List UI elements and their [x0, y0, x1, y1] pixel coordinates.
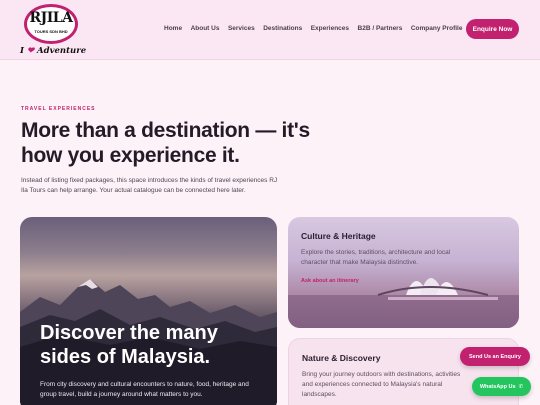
heart-icon: ❤: [26, 46, 35, 56]
send-enquiry-button[interactable]: Send Us an Enquiry: [460, 347, 530, 366]
card-description: Explore the stories, traditions, archite…: [301, 249, 451, 266]
logo-subtitle: TOURS SDN BHD: [34, 29, 68, 34]
feature-card-description: From city discovery and cultural encount…: [40, 381, 249, 398]
mountain-image: [20, 279, 277, 405]
site-header: RJILA TOURS SDN BHD I ❤ Adventure Home A…: [0, 0, 540, 60]
nav-company-profile[interactable]: Company Profile: [411, 25, 463, 32]
whatsapp-label: WhatsApp Us: [479, 383, 516, 390]
logo-wordmark: RJILA: [29, 10, 73, 26]
card-title: Culture & Heritage: [301, 231, 376, 241]
brand-logo[interactable]: RJILA TOURS SDN BHD I ❤ Adventure: [20, 4, 86, 58]
whatsapp-icon: ✆: [518, 383, 524, 390]
section-eyebrow: TRAVEL EXPERIENCES: [21, 106, 96, 112]
nav-experiences[interactable]: Experiences: [311, 25, 349, 32]
nav-services[interactable]: Services: [228, 25, 255, 32]
ask-itinerary-link[interactable]: Ask about an itinerary: [301, 278, 359, 284]
intro-text: Instead of listing fixed packages, this …: [21, 177, 278, 194]
nav-home[interactable]: Home: [164, 25, 182, 32]
experience-card-culture[interactable]: Culture & Heritage Explore the stories, …: [288, 217, 519, 328]
main-nav: Home About Us Services Destinations Expe…: [164, 25, 471, 32]
enquire-now-button[interactable]: Enquire Now: [466, 19, 519, 39]
logo-tagline: I ❤ Adventure: [20, 46, 86, 56]
page-title: More than a destination — it's how you e…: [21, 119, 310, 167]
nav-b2b-partners[interactable]: B2B / Partners: [358, 25, 403, 32]
whatsapp-button[interactable]: WhatsApp Us ✆: [472, 377, 531, 396]
logo-tagline-before: I: [20, 46, 24, 56]
feature-card: Discover the many sides of Malaysia. Fro…: [20, 217, 277, 405]
logo-tagline-after: Adventure: [37, 46, 87, 56]
card-description: Bring your journey outdoors with destina…: [302, 371, 461, 398]
card-title: Nature & Discovery: [302, 353, 381, 363]
nav-destinations[interactable]: Destinations: [263, 25, 302, 32]
feature-card-title: Discover the many sides of Malaysia.: [40, 322, 218, 368]
nav-about-us[interactable]: About Us: [191, 25, 220, 32]
